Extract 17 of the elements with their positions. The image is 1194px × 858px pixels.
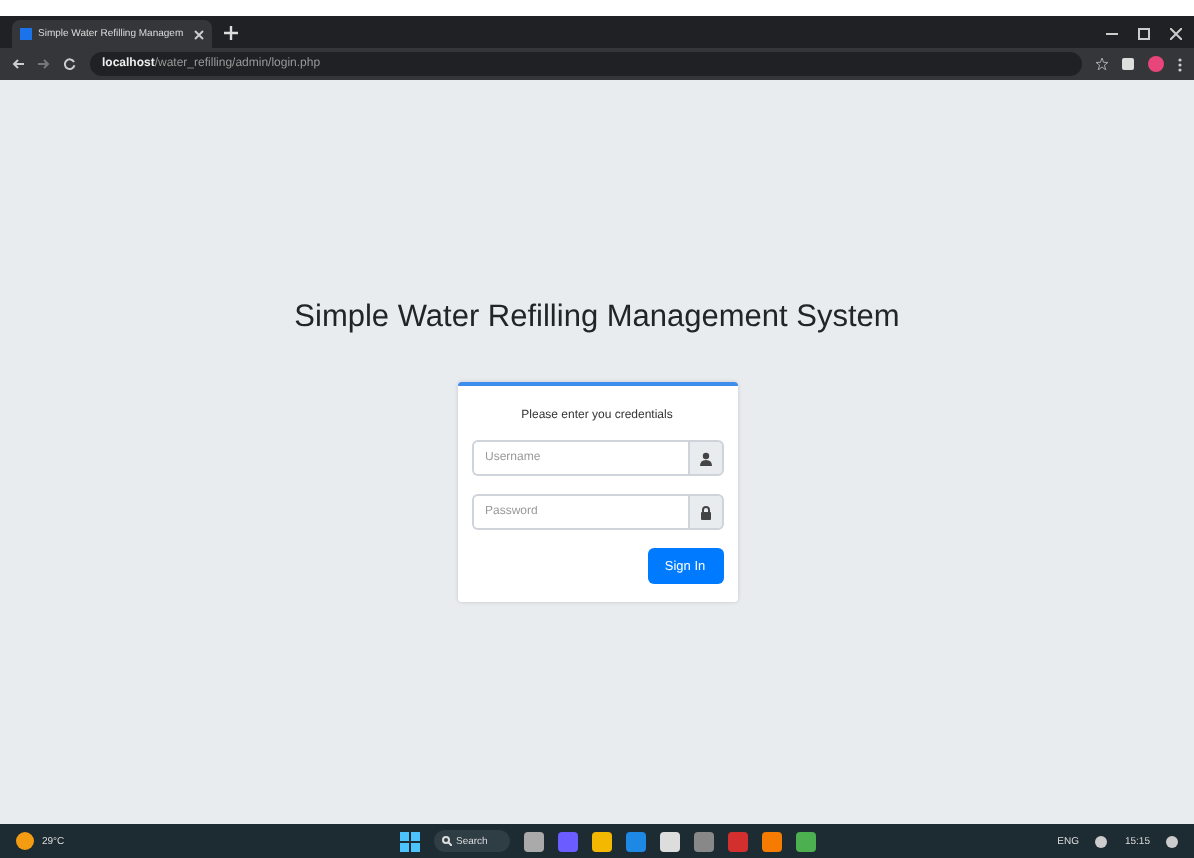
new-tab-icon[interactable] bbox=[224, 26, 238, 40]
forward-icon[interactable] bbox=[38, 58, 50, 70]
page-icon bbox=[20, 28, 32, 40]
sun-icon[interactable] bbox=[16, 832, 34, 850]
close-icon[interactable] bbox=[1170, 28, 1182, 40]
back-icon[interactable] bbox=[12, 58, 24, 70]
maximize-icon[interactable] bbox=[1138, 28, 1150, 40]
start-icon[interactable] bbox=[400, 831, 420, 851]
search-icon bbox=[442, 836, 452, 846]
minimize-icon[interactable] bbox=[1106, 28, 1118, 40]
lock-icon bbox=[699, 505, 711, 519]
close-icon[interactable] bbox=[194, 29, 204, 39]
user-icon bbox=[699, 451, 711, 465]
page-title: Simple Water Refilling Management System bbox=[294, 300, 900, 336]
profile-icon[interactable] bbox=[1148, 56, 1164, 72]
star-icon[interactable] bbox=[1096, 58, 1108, 70]
reload-icon[interactable] bbox=[64, 58, 76, 70]
